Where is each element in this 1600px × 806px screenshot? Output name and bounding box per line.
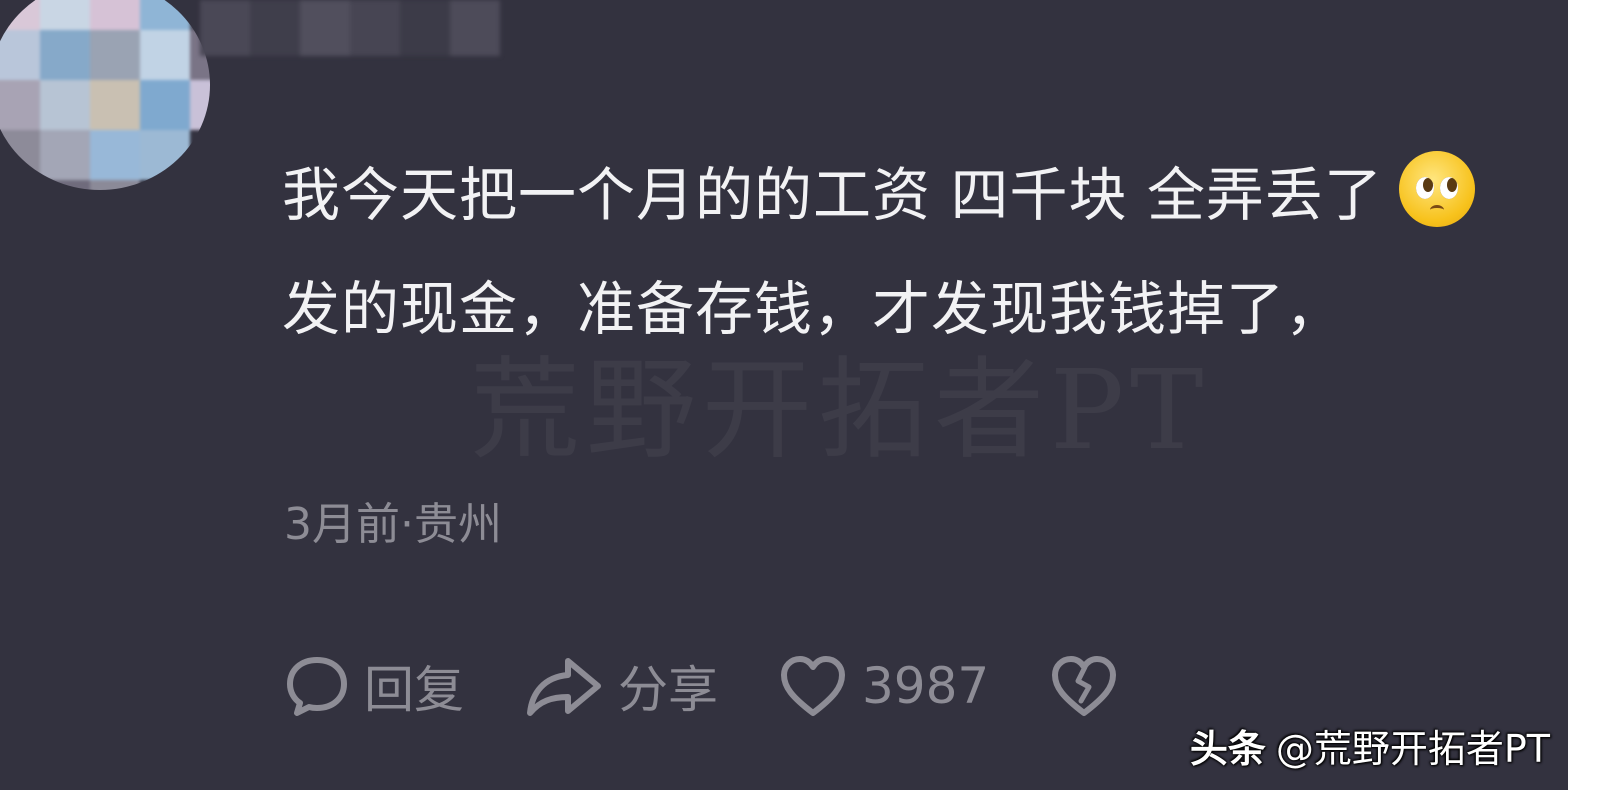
dislike-button[interactable] (1049, 653, 1119, 719)
comment-actions: 回复 分享 3987 (284, 648, 1179, 724)
share-arrow-icon (527, 658, 601, 716)
avatar-pixelated-image (0, 0, 210, 190)
share-button[interactable]: 分享 (524, 650, 718, 722)
comment-card: 荒野开拓者PT 我今天把一个月的的工资 四千块 全弄丢了 发的现金，准备存钱，才发… (0, 0, 1568, 790)
screenshot-frame: 荒野开拓者PT 我今天把一个月的的工资 四千块 全弄丢了 发的现金，准备存钱，才发… (0, 0, 1600, 806)
toutiao-watermark: 头条 @荒野开拓者PT (1190, 718, 1550, 773)
watermark-handle: @荒野开拓者PT (1275, 727, 1550, 771)
reply-label: 回复 (364, 661, 464, 719)
username-blurred[interactable] (200, 0, 500, 56)
like-count: 3987 (862, 657, 990, 715)
comment-text: 我今天把一个月的的工资 四千块 全弄丢了 发的现金，准备存钱，才发现我钱掉了， (282, 138, 1532, 366)
broken-heart-icon (1052, 656, 1117, 716)
comment-text-part1: 我今天把一个月的的工资 四千块 全弄丢了 (282, 161, 1383, 229)
comment-time-location: 3月前·贵州 (284, 499, 502, 550)
share-label: 分享 (618, 661, 718, 719)
watermark-brand: 头条 (1189, 727, 1266, 771)
reply-button[interactable]: 回复 (284, 650, 464, 722)
like-button[interactable]: 3987 (778, 653, 989, 719)
comment-text-part2: 发的现金，准备存钱，才发现我钱掉了， (282, 275, 1345, 343)
pleading-face-icon (1398, 151, 1475, 227)
heart-icon (781, 656, 845, 716)
reply-bubble-icon (287, 657, 347, 716)
avatar[interactable] (0, 0, 210, 190)
